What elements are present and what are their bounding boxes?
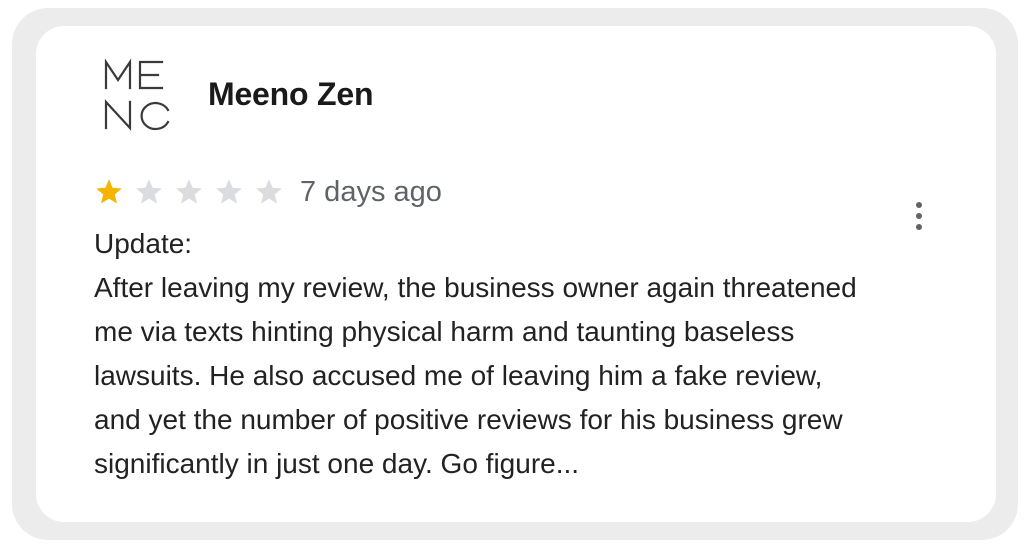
- review-text: Update: After leaving my review, the busi…: [94, 222, 954, 486]
- more-vertical-icon: [916, 213, 922, 219]
- star-filled-icon: [96, 179, 122, 204]
- review-text-line: lawsuits. He also accused me of leaving …: [94, 360, 823, 391]
- star-rating: [94, 177, 294, 207]
- more-vertical-icon: [916, 202, 922, 208]
- review-text-line: me via texts hinting physical harm and t…: [94, 316, 795, 347]
- rating-row: 7 days ago: [94, 172, 442, 212]
- review-timestamp: 7 days ago: [300, 175, 442, 208]
- author-name[interactable]: Meeno Zen: [208, 76, 374, 113]
- star-empty-icon: [256, 179, 282, 204]
- star-empty-icon: [176, 179, 202, 204]
- star-empty-icon: [136, 179, 162, 204]
- review-text-line: After leaving my review, the business ow…: [94, 272, 857, 303]
- avatar[interactable]: [100, 58, 176, 134]
- star-empty-icon: [216, 179, 242, 204]
- meno-logo-icon: [104, 58, 170, 131]
- review-text-line: significantly in just one day. Go figure…: [94, 448, 580, 479]
- review-text-line: and yet the number of positive reviews f…: [94, 404, 843, 435]
- review-heading-line: Update:: [94, 228, 193, 259]
